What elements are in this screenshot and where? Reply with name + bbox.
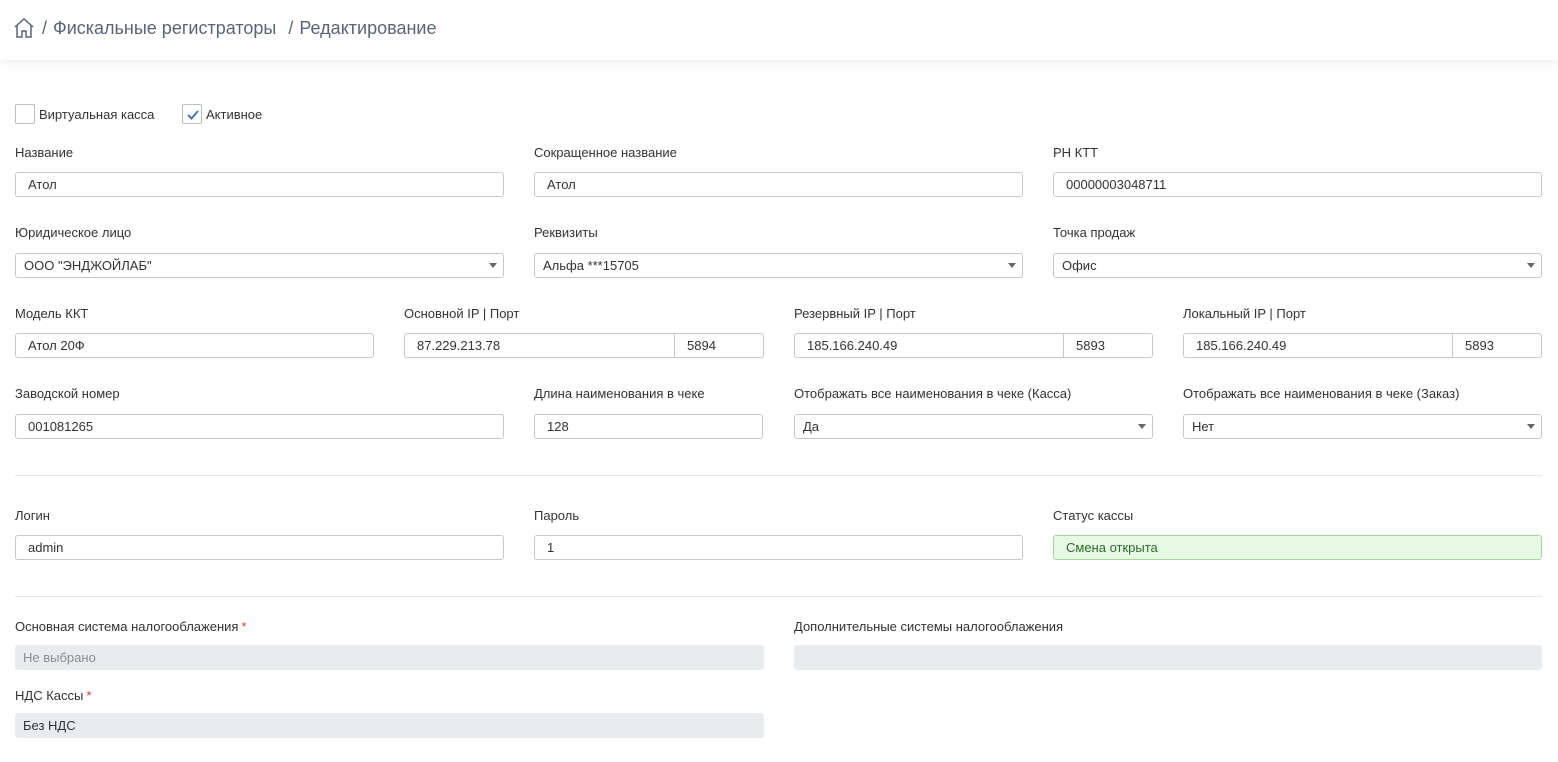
tax-main-label-text: Основная система налогооблажения [15,619,239,634]
virtual-kassa-checkbox[interactable]: Виртуальная касса [15,104,154,124]
breadcrumb-separator: / [42,17,48,38]
caret-down-icon [489,263,497,268]
tax-extra-label: Дополнительные системы налогооблажения [794,619,1064,634]
legal-entity-value: ООО "ЭНДЖОЙЛАБ" [24,258,152,273]
caret-down-icon [1527,424,1535,429]
legal-entity-select[interactable]: ООО "ЭНДЖОЙЛАБ" [15,253,504,278]
checkbox-label: Активное [206,106,263,122]
reserve-ip-input[interactable]: 185.166.240.49 [794,333,1064,358]
reserve-ip-group: 185.166.240.49 5893 [794,333,1153,358]
serial-input[interactable]: 001081265 [15,414,504,439]
local-ip-group: 185.166.240.49 5893 [1183,333,1542,358]
required-mark: * [241,619,247,634]
password-label: Пароль [534,508,580,523]
home-icon[interactable] [12,16,36,40]
main-port-input[interactable]: 5894 [675,333,764,358]
breadcrumb: / Фискальные регистраторы / Редактирован… [12,16,436,40]
requisites-select[interactable]: Альфа ***15705 [534,253,1023,278]
tax-main-label: Основная система налогооблажения * [15,619,247,635]
name-length-input[interactable]: 128 [534,414,763,439]
point-of-sale-value: Офис [1062,258,1097,273]
divider [15,596,1542,597]
requisites-value: Альфа ***15705 [543,258,639,273]
status-field: Смена открыта [1053,535,1542,560]
show-names-order-label: Отображать все наименования в чеке (Зака… [1183,386,1460,401]
short-name-input[interactable]: Атол [534,172,1023,197]
tax-main-select[interactable]: Не выбрано [15,645,764,670]
name-input[interactable]: Атол [15,172,504,197]
kkt-model-input[interactable]: Атол 20Ф [15,333,374,358]
caret-down-icon [1008,263,1016,268]
local-port-input[interactable]: 5893 [1453,333,1542,358]
main-ip-label: Основной IP | Порт [404,306,520,321]
rn-ktt-label: РН КТТ [1053,145,1099,160]
show-names-kassa-value: Да [803,419,820,434]
point-of-sale-select[interactable]: Офис [1053,253,1542,278]
name-length-label: Длина наименования в чеке [534,386,705,401]
vat-label: НДС Кассы * [15,688,91,704]
caret-down-icon [1138,424,1146,429]
divider [15,475,1542,476]
main-ip-group: 87.229.213.78 5894 [404,333,764,358]
show-names-kassa-select[interactable]: Да [794,414,1153,439]
status-label: Статус кассы [1053,508,1134,523]
reserve-port-input[interactable]: 5893 [1064,333,1153,358]
local-ip-input[interactable]: 185.166.240.49 [1183,333,1453,358]
name-label: Название [15,145,74,160]
password-input[interactable]: 1 [534,535,1023,560]
rn-ktt-input[interactable]: 00000003048711 [1053,172,1542,197]
point-of-sale-label: Точка продаж [1053,225,1136,240]
main-ip-input[interactable]: 87.229.213.78 [404,333,675,358]
breadcrumb-current-page: Редактирование [299,17,437,38]
breadcrumb-section[interactable]: Фискальные регистраторы [53,18,276,39]
short-name-label: Сокращенное название [534,145,677,160]
show-names-order-value: Нет [1192,419,1215,434]
local-ip-label: Локальный IP | Порт [1183,306,1306,321]
top-header: / Фискальные регистраторы / Редактирован… [0,0,1558,60]
show-names-kassa-label: Отображать все наименования в чеке (Касс… [794,386,1072,401]
kkt-model-label: Модель ККТ [15,306,89,321]
active-checkbox[interactable]: Активное [182,104,262,124]
serial-label: Заводской номер [15,386,120,401]
checkbox-box[interactable] [182,104,202,124]
vat-label-text: НДС Кассы [15,688,84,703]
breadcrumb-separator: / [288,17,294,38]
checkbox-box[interactable] [15,104,35,124]
caret-down-icon [1527,263,1535,268]
reserve-ip-label: Резервный IP | Порт [794,306,916,321]
required-mark: * [86,688,92,703]
checkmark-icon [187,110,199,120]
login-input[interactable]: admin [15,535,504,560]
tax-extra-select[interactable] [794,645,1542,670]
vat-select[interactable]: Без НДС [15,713,764,738]
show-names-order-select[interactable]: Нет [1183,414,1542,439]
checkbox-label: Виртуальная касса [39,106,155,122]
login-label: Логин [15,508,50,523]
requisites-label: Реквизиты [534,225,598,240]
legal-entity-label: Юридическое лицо [15,225,132,240]
